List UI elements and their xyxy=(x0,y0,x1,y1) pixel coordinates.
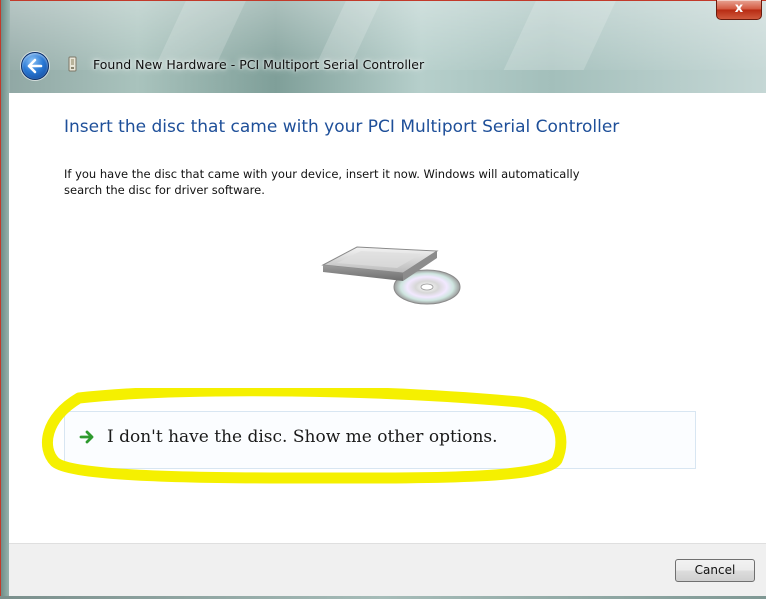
page-heading: Insert the disc that came with your PCI … xyxy=(64,117,620,137)
close-button[interactable]: x xyxy=(716,0,762,20)
back-button[interactable] xyxy=(21,52,49,80)
window-top-edge xyxy=(0,0,766,1)
instructions-text: If you have the disc that came with your… xyxy=(64,166,684,198)
back-arrow-icon xyxy=(27,58,43,74)
cancel-button[interactable]: Cancel xyxy=(675,559,755,582)
instructions-line-1: If you have the disc that came with your… xyxy=(64,167,580,181)
green-arrow-icon xyxy=(79,430,94,444)
command-link-label: I don't have the disc. Show me other opt… xyxy=(107,427,498,447)
close-icon: x xyxy=(734,1,744,16)
dialog-footer: Cancel xyxy=(9,543,766,599)
client-area: Insert the disc that came with your PCI … xyxy=(9,93,766,599)
found-new-hardware-dialog: x Found New Hardware - PCI Multiport Ser… xyxy=(0,0,766,599)
instructions-line-2: search the disc for driver software. xyxy=(64,183,265,197)
disc-drive-icon xyxy=(321,246,461,305)
window-title: Found New Hardware - PCI Multiport Seria… xyxy=(93,57,425,72)
no-disc-options-link[interactable]: I don't have the disc. Show me other opt… xyxy=(64,411,696,469)
device-icon xyxy=(68,56,77,72)
